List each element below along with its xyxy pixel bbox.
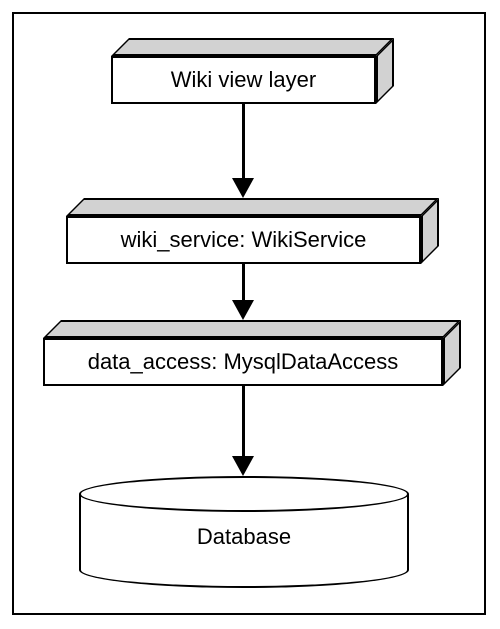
arrow-head: [232, 178, 254, 198]
arrow-line: [242, 264, 245, 302]
layer-label-service: wiki_service: WikiService: [121, 227, 367, 253]
arrow-head: [232, 300, 254, 320]
layer-label-data-access: data_access: MysqlDataAccess: [88, 349, 399, 375]
database-label: Database: [197, 524, 291, 550]
layer-label-view: Wiki view layer: [171, 67, 316, 93]
arrow-head: [232, 456, 254, 476]
diagram-frame: Wiki view layer wiki_service: WikiServic…: [12, 12, 486, 615]
arrow-line: [242, 386, 245, 458]
database-cylinder: Database: [79, 476, 409, 586]
arrow-line: [242, 104, 245, 180]
